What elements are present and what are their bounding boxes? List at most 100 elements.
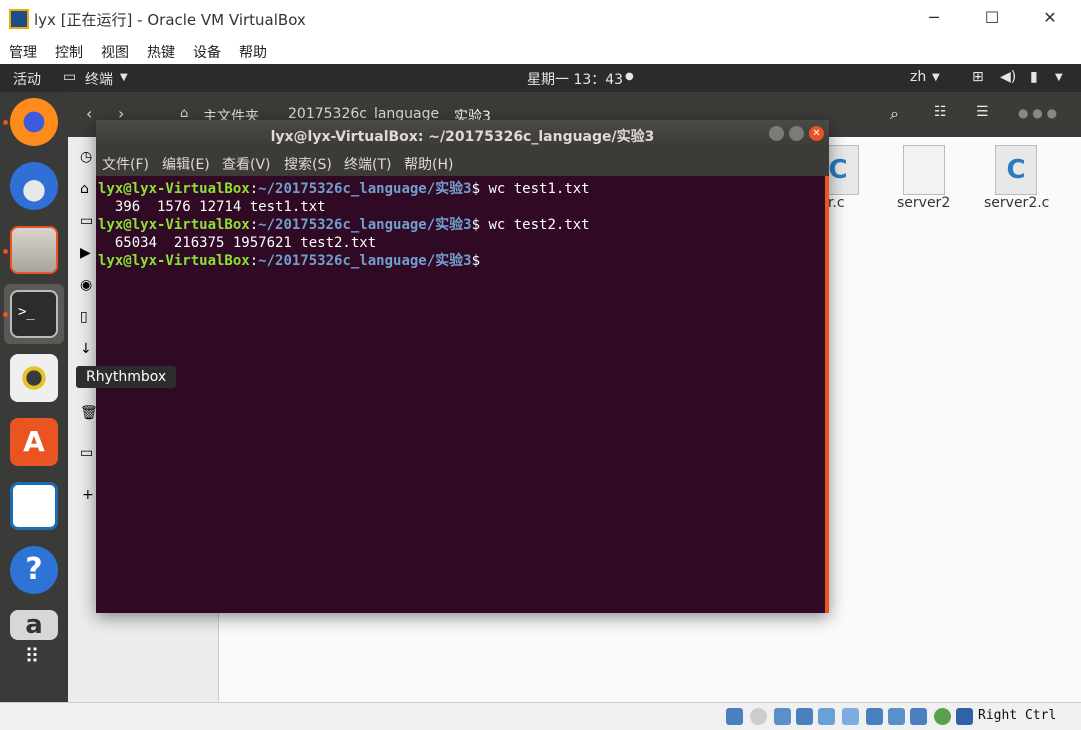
document-icon[interactable]: ▯: [80, 309, 88, 325]
terminal-icon[interactable]: >_: [10, 290, 58, 338]
terminal-line: lyx@lyx-VirtualBox:~/20175326c_language/…: [98, 217, 590, 233]
search-icon[interactable]: ⌕: [890, 104, 899, 124]
terminal-output[interactable]: lyx@lyx-VirtualBox:~/20175326c_language/…: [96, 176, 829, 613]
close-icon[interactable]: ✕: [1038, 6, 1062, 30]
terminal-window[interactable]: lyx@lyx-VirtualBox: ~/20175326c_language…: [96, 120, 829, 613]
host-key-label: Right Ctrl: [978, 708, 1057, 723]
file-label[interactable]: server2: [897, 195, 950, 211]
home-icon: ⌂: [180, 106, 189, 121]
folder-icon[interactable]: ▭: [80, 213, 93, 229]
terminal-menubar: 文件(F) 编辑(E) 查看(V) 搜索(S) 终端(T) 帮助(H): [96, 148, 829, 176]
shared-folder-icon[interactable]: [842, 708, 859, 725]
recording-icon[interactable]: [888, 708, 905, 725]
hdd-icon[interactable]: [726, 708, 743, 725]
mouse-integration-icon[interactable]: [934, 708, 951, 725]
dock: >_ A ? a ⠿: [0, 92, 68, 702]
menu-terminal[interactable]: 终端(T): [344, 154, 391, 174]
input-lang[interactable]: zh: [910, 69, 926, 85]
show-apps-icon[interactable]: ⠿: [10, 646, 58, 696]
home-icon[interactable]: ⌂: [80, 181, 89, 197]
menu-help[interactable]: 帮助(H): [404, 154, 453, 174]
prompt-path: ~/20175326c_language/实验3: [258, 217, 472, 233]
maximize-icon[interactable]: [789, 126, 804, 141]
back-icon[interactable]: ‹: [86, 104, 92, 123]
running-indicator: [3, 249, 8, 254]
chevron-down-icon: ▼: [1055, 72, 1063, 83]
activities-button[interactable]: 活动: [13, 69, 41, 89]
command-text: wc test2.txt: [480, 217, 590, 233]
software-center-icon[interactable]: A: [10, 418, 58, 466]
minimize-icon[interactable]: [769, 126, 784, 141]
video-icon[interactable]: ▶: [80, 245, 91, 261]
prompt-path: ~/20175326c_language/实验3: [258, 253, 472, 269]
menu-manage[interactable]: 管理: [9, 42, 37, 62]
maximize-icon[interactable]: ☐: [980, 6, 1004, 30]
terminal-resize-edge[interactable]: [825, 176, 829, 613]
optical-drive-icon[interactable]: [750, 708, 767, 725]
command-text: wc test1.txt: [480, 181, 590, 197]
terminal-title: lyx@lyx-VirtualBox: ~/20175326c_language…: [270, 129, 655, 145]
prompt-user: lyx@lyx-VirtualBox: [98, 217, 250, 233]
recent-icon[interactable]: ◷: [80, 149, 92, 165]
menu-file[interactable]: 文件(F): [102, 154, 149, 174]
prompt-user: lyx@lyx-VirtualBox: [98, 253, 250, 269]
usb-icon[interactable]: [818, 708, 835, 725]
chevron-down-icon: ▼: [932, 72, 940, 83]
menu-edit[interactable]: 编辑(E): [162, 154, 210, 174]
chevron-down-icon: ▼: [120, 72, 128, 83]
gnome-topbar: 活动 ▭ 终端 ▼ 星期一 13：43 ● zh ▼ ⊞ ◀) ▮ ▼: [0, 64, 1081, 92]
keyboard-capture-icon[interactable]: [956, 708, 973, 725]
app-menu-button[interactable]: 终端: [85, 69, 113, 89]
rhythmbox-icon[interactable]: [10, 354, 58, 402]
prompt-path: ~/20175326c_language/实验3: [258, 181, 472, 197]
files-icon[interactable]: [10, 226, 58, 274]
terminal-titlebar[interactable]: lyx@lyx-VirtualBox: ~/20175326c_language…: [96, 120, 829, 148]
menu-devices[interactable]: 设备: [193, 42, 221, 62]
menu-control[interactable]: 控制: [55, 42, 83, 62]
terminal-line: lyx@lyx-VirtualBox:~/20175326c_language/…: [98, 253, 481, 269]
window-buttons-icon[interactable]: ● ● ●: [1018, 106, 1057, 120]
amazon-icon[interactable]: a: [10, 610, 58, 640]
running-indicator: [3, 312, 8, 317]
text-file-icon[interactable]: [903, 145, 945, 195]
close-icon[interactable]: ✕: [809, 126, 824, 141]
camera-icon[interactable]: ◉: [80, 277, 92, 293]
network-icon[interactable]: [796, 708, 813, 725]
terminal-line: 65034 216375 1957621 test2.txt: [98, 235, 377, 251]
dock-tooltip: Rhythmbox: [76, 366, 177, 388]
firefox-icon[interactable]: [10, 98, 58, 146]
display-icon[interactable]: [866, 708, 883, 725]
vbox-titlebar: lyx [正在运行] - Oracle VM VirtualBox ─ ☐ ✕: [0, 0, 1081, 38]
terminal-line: 396 1576 12714 test1.txt: [98, 199, 326, 215]
cpu-icon[interactable]: [910, 708, 927, 725]
terminal-line: lyx@lyx-VirtualBox:~/20175326c_language/…: [98, 181, 590, 197]
download-icon[interactable]: ↓: [80, 341, 92, 357]
vbox-statusbar: Right Ctrl: [0, 702, 1081, 730]
running-indicator: [3, 120, 8, 125]
menu-view[interactable]: 视图: [101, 42, 129, 62]
view-toggle-icon[interactable]: ☷: [934, 104, 947, 120]
menu-hotkey[interactable]: 热键: [147, 42, 175, 62]
add-location-icon[interactable]: +: [82, 487, 94, 503]
minimize-icon[interactable]: ─: [922, 6, 946, 30]
network-icon[interactable]: ⊞: [972, 69, 984, 85]
vbox-menubar: 管理 控制 视图 热键 设备 帮助: [0, 38, 1081, 64]
folder-icon[interactable]: ▭: [80, 445, 93, 461]
clock[interactable]: 星期一 13：43: [527, 69, 623, 89]
menu-search[interactable]: 搜索(S): [284, 154, 332, 174]
writer-icon[interactable]: [10, 482, 58, 530]
thunderbird-icon[interactable]: [10, 162, 58, 210]
menu-help[interactable]: 帮助: [239, 42, 267, 62]
vbox-app-icon: [9, 9, 29, 29]
menu-view[interactable]: 查看(V): [222, 154, 271, 174]
volume-icon[interactable]: ◀): [1000, 69, 1016, 85]
recording-dot-icon: ●: [625, 71, 634, 82]
c-file-icon[interactable]: C: [995, 145, 1037, 195]
help-icon[interactable]: ?: [10, 546, 58, 594]
window-title: lyx [正在运行] - Oracle VM VirtualBox: [34, 11, 306, 29]
audio-icon[interactable]: [774, 708, 791, 725]
menu-icon[interactable]: ☰: [976, 104, 989, 120]
terminal-app-icon: ▭: [63, 69, 77, 85]
file-label[interactable]: server2.c: [984, 195, 1049, 211]
battery-icon[interactable]: ▮: [1030, 69, 1038, 85]
